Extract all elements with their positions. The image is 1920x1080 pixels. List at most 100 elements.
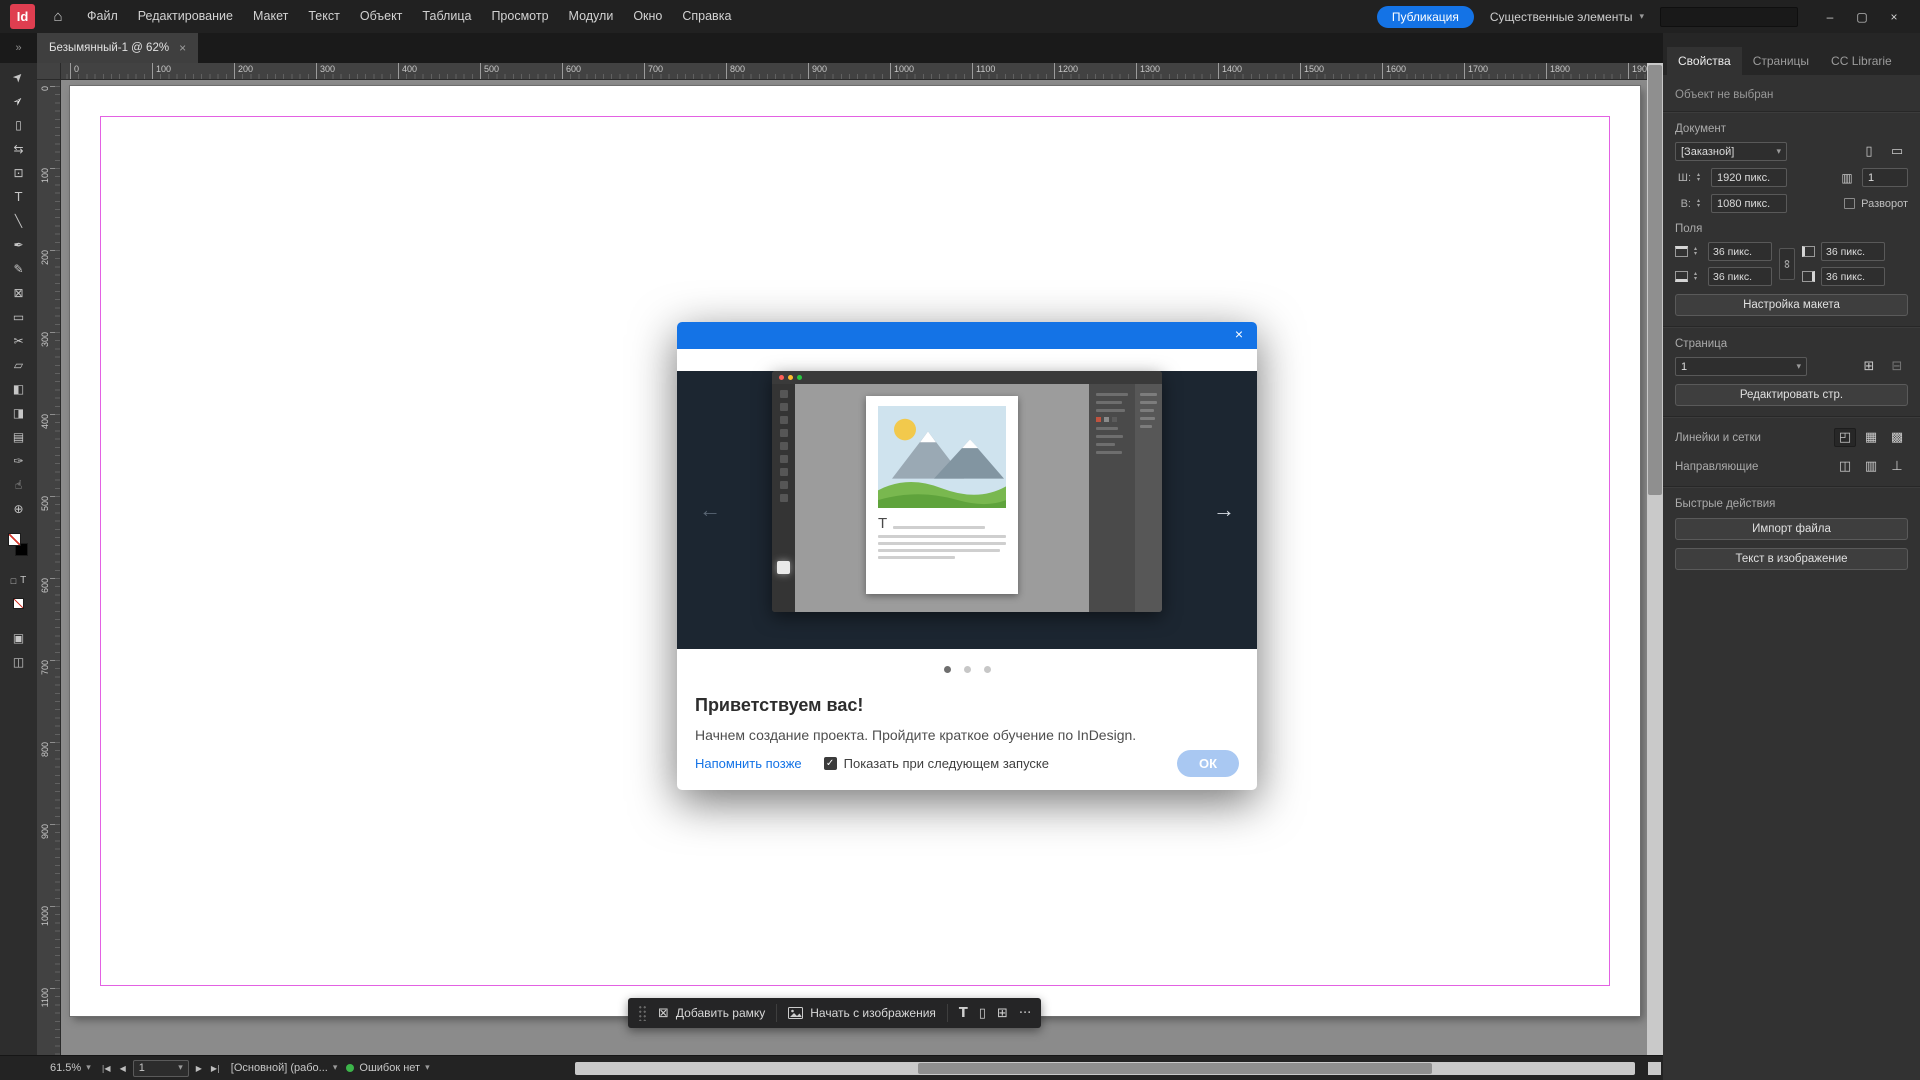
menu-item[interactable]: Таблица	[412, 0, 481, 33]
eyedropper-tool[interactable]: ✑	[6, 449, 32, 473]
document-grid-icon[interactable]: ▦	[1860, 428, 1882, 447]
add-page-button[interactable]: ⊞	[997, 1006, 1008, 1021]
view-mode-icon[interactable]: ▣	[13, 631, 24, 645]
page-tool[interactable]: ▯	[6, 113, 32, 137]
insert-page-icon[interactable]: ⊞	[1858, 357, 1880, 376]
rectangle-tool[interactable]: ▭	[6, 305, 32, 329]
minimize-icon[interactable]: –	[1814, 0, 1846, 33]
page-select[interactable]: 1 ▾	[1675, 357, 1807, 376]
home-icon[interactable]: ⌂	[47, 8, 69, 25]
document-tab[interactable]: Безымянный-1 @ 62% ×	[37, 33, 198, 63]
formatting-affects-text-icon[interactable]: T	[20, 575, 26, 586]
smart-guides-icon[interactable]: ⊥	[1886, 457, 1908, 476]
gradient-feather-tool[interactable]: ◨	[6, 401, 32, 425]
note-tool[interactable]: ▤	[6, 425, 32, 449]
last-page-icon[interactable]: ▶|	[209, 1064, 222, 1073]
ruler-origin-corner[interactable]	[37, 63, 61, 80]
page-button[interactable]: ▯	[979, 1006, 986, 1021]
workspace-switcher[interactable]: Существенные элементы ▾	[1490, 10, 1644, 24]
add-text-button[interactable]: T	[959, 1006, 968, 1021]
menu-item[interactable]: Окно	[623, 0, 672, 33]
height-stepper[interactable]: ▴▾	[1697, 199, 1705, 209]
columns-field[interactable]: 1	[1862, 168, 1908, 187]
direct-selection-tool[interactable]: ➢	[6, 89, 32, 113]
line-tool[interactable]: ╲	[6, 209, 32, 233]
carousel-dot[interactable]	[984, 666, 991, 673]
menu-item[interactable]: Файл	[77, 0, 128, 33]
first-page-icon[interactable]: |◀	[100, 1064, 113, 1073]
ok-button[interactable]: ОК	[1177, 750, 1239, 777]
page-number-field[interactable]: 1 ▾	[133, 1060, 189, 1077]
carousel-prev-icon[interactable]: ←	[699, 497, 721, 523]
h-ruler[interactable]: 0100200300400500600700800900100011001200…	[61, 63, 1647, 80]
edit-page-button[interactable]: Редактировать стр.	[1675, 384, 1908, 406]
layout-adjust-button[interactable]: Настройка макета	[1675, 294, 1908, 316]
margin-left-field[interactable]: 36 пикс.	[1821, 242, 1885, 261]
margin-top-stepper[interactable]: ▴▾	[1694, 247, 1702, 257]
fill-stroke-swatches[interactable]	[6, 531, 32, 561]
gradient-swatch-tool[interactable]: ◧	[6, 377, 32, 401]
preflight-profile-dropdown[interactable]: [Основной] (рабо... ▾	[231, 1062, 338, 1074]
guides-icon[interactable]: ◫	[1834, 457, 1856, 476]
portrait-orientation-icon[interactable]: ▯	[1858, 142, 1880, 161]
fill-swatch[interactable]	[8, 533, 21, 546]
margin-right-field[interactable]: 36 пикс.	[1821, 267, 1885, 286]
horizontal-scrollbar-thumb[interactable]	[918, 1063, 1432, 1074]
rulers-icon[interactable]: ◰	[1834, 428, 1856, 447]
add-frame-button[interactable]: ⊠ Добавить рамку	[658, 1006, 765, 1021]
content-collector-tool[interactable]: ⊡	[6, 161, 32, 185]
zoom-tool[interactable]: ⊕	[6, 497, 32, 521]
width-stepper[interactable]: ▴▾	[1697, 173, 1705, 183]
free-transform-tool[interactable]: ▱	[6, 353, 32, 377]
hand-tool[interactable]: ☝	[6, 473, 32, 497]
text-to-image-button[interactable]: Текст в изображение	[1675, 548, 1908, 570]
close-icon[interactable]: ×	[1878, 0, 1910, 33]
search-input[interactable]	[1660, 7, 1798, 27]
start-with-image-button[interactable]: Начать с изображения	[788, 1006, 936, 1020]
more-options-button[interactable]: ···	[1019, 1006, 1031, 1021]
margin-bottom-field[interactable]: 36 пикс.	[1708, 267, 1772, 286]
v-ruler[interactable]: 010020030040050060070080090010001100	[37, 80, 61, 1055]
menu-item[interactable]: Макет	[243, 0, 298, 33]
menu-item[interactable]: Справка	[672, 0, 741, 33]
tab-pages[interactable]: Страницы	[1742, 47, 1820, 75]
vertical-scrollbar-thumb[interactable]	[1648, 65, 1662, 495]
menu-item[interactable]: Просмотр	[481, 0, 558, 33]
rectangle-frame-tool[interactable]: ⊠	[6, 281, 32, 305]
pencil-tool[interactable]: ✎	[6, 257, 32, 281]
carousel-next-icon[interactable]: →	[1213, 497, 1235, 523]
carousel-dot[interactable]	[964, 666, 971, 673]
tab-properties[interactable]: Свойства	[1667, 47, 1742, 75]
baseline-grid-icon[interactable]: ▩	[1886, 428, 1908, 447]
prev-page-icon[interactable]: ◀	[118, 1064, 128, 1073]
scissors-tool[interactable]: ✂	[6, 329, 32, 353]
horizontal-scrollbar[interactable]	[575, 1062, 1635, 1075]
tab-cc-libraries[interactable]: CC Librarie	[1820, 47, 1903, 75]
drag-handle[interactable]	[638, 1005, 647, 1021]
menu-item[interactable]: Объект	[350, 0, 413, 33]
menu-item[interactable]: Модули	[559, 0, 624, 33]
next-page-icon[interactable]: ▶	[194, 1064, 204, 1073]
link-margins-icon[interactable]: ∞	[1779, 248, 1795, 280]
margin-top-field[interactable]: 36 пикс.	[1708, 242, 1772, 261]
width-field[interactable]: 1920 пикс.	[1711, 168, 1787, 187]
spread-checkbox[interactable]	[1844, 198, 1855, 209]
carousel-dot[interactable]	[944, 666, 951, 673]
dialog-close-icon[interactable]: ×	[1230, 326, 1248, 342]
show-on-startup-checkbox[interactable]: ✓	[824, 757, 837, 770]
document-preset-select[interactable]: [Заказной] ▾	[1675, 142, 1787, 161]
column-guides-icon[interactable]: ▥	[1860, 457, 1882, 476]
pen-tool[interactable]: ✒	[6, 233, 32, 257]
landscape-orientation-icon[interactable]: ▭	[1886, 142, 1908, 161]
gap-tool[interactable]: ⇆	[6, 137, 32, 161]
remind-later-link[interactable]: Напомнить позже	[695, 756, 802, 771]
menu-item[interactable]: Редактирование	[128, 0, 243, 33]
import-file-button[interactable]: Импорт файла	[1675, 518, 1908, 540]
height-field[interactable]: 1080 пикс.	[1711, 194, 1787, 213]
margin-bottom-stepper[interactable]: ▴▾	[1694, 272, 1702, 282]
zoom-dropdown[interactable]: 61.5% ▾	[50, 1062, 91, 1074]
apply-none-icon[interactable]	[13, 598, 24, 609]
tab-close-icon[interactable]: ×	[179, 41, 186, 55]
screen-mode-icon[interactable]: ◫	[13, 655, 24, 669]
panel-expander-icon[interactable]: »	[0, 42, 37, 54]
